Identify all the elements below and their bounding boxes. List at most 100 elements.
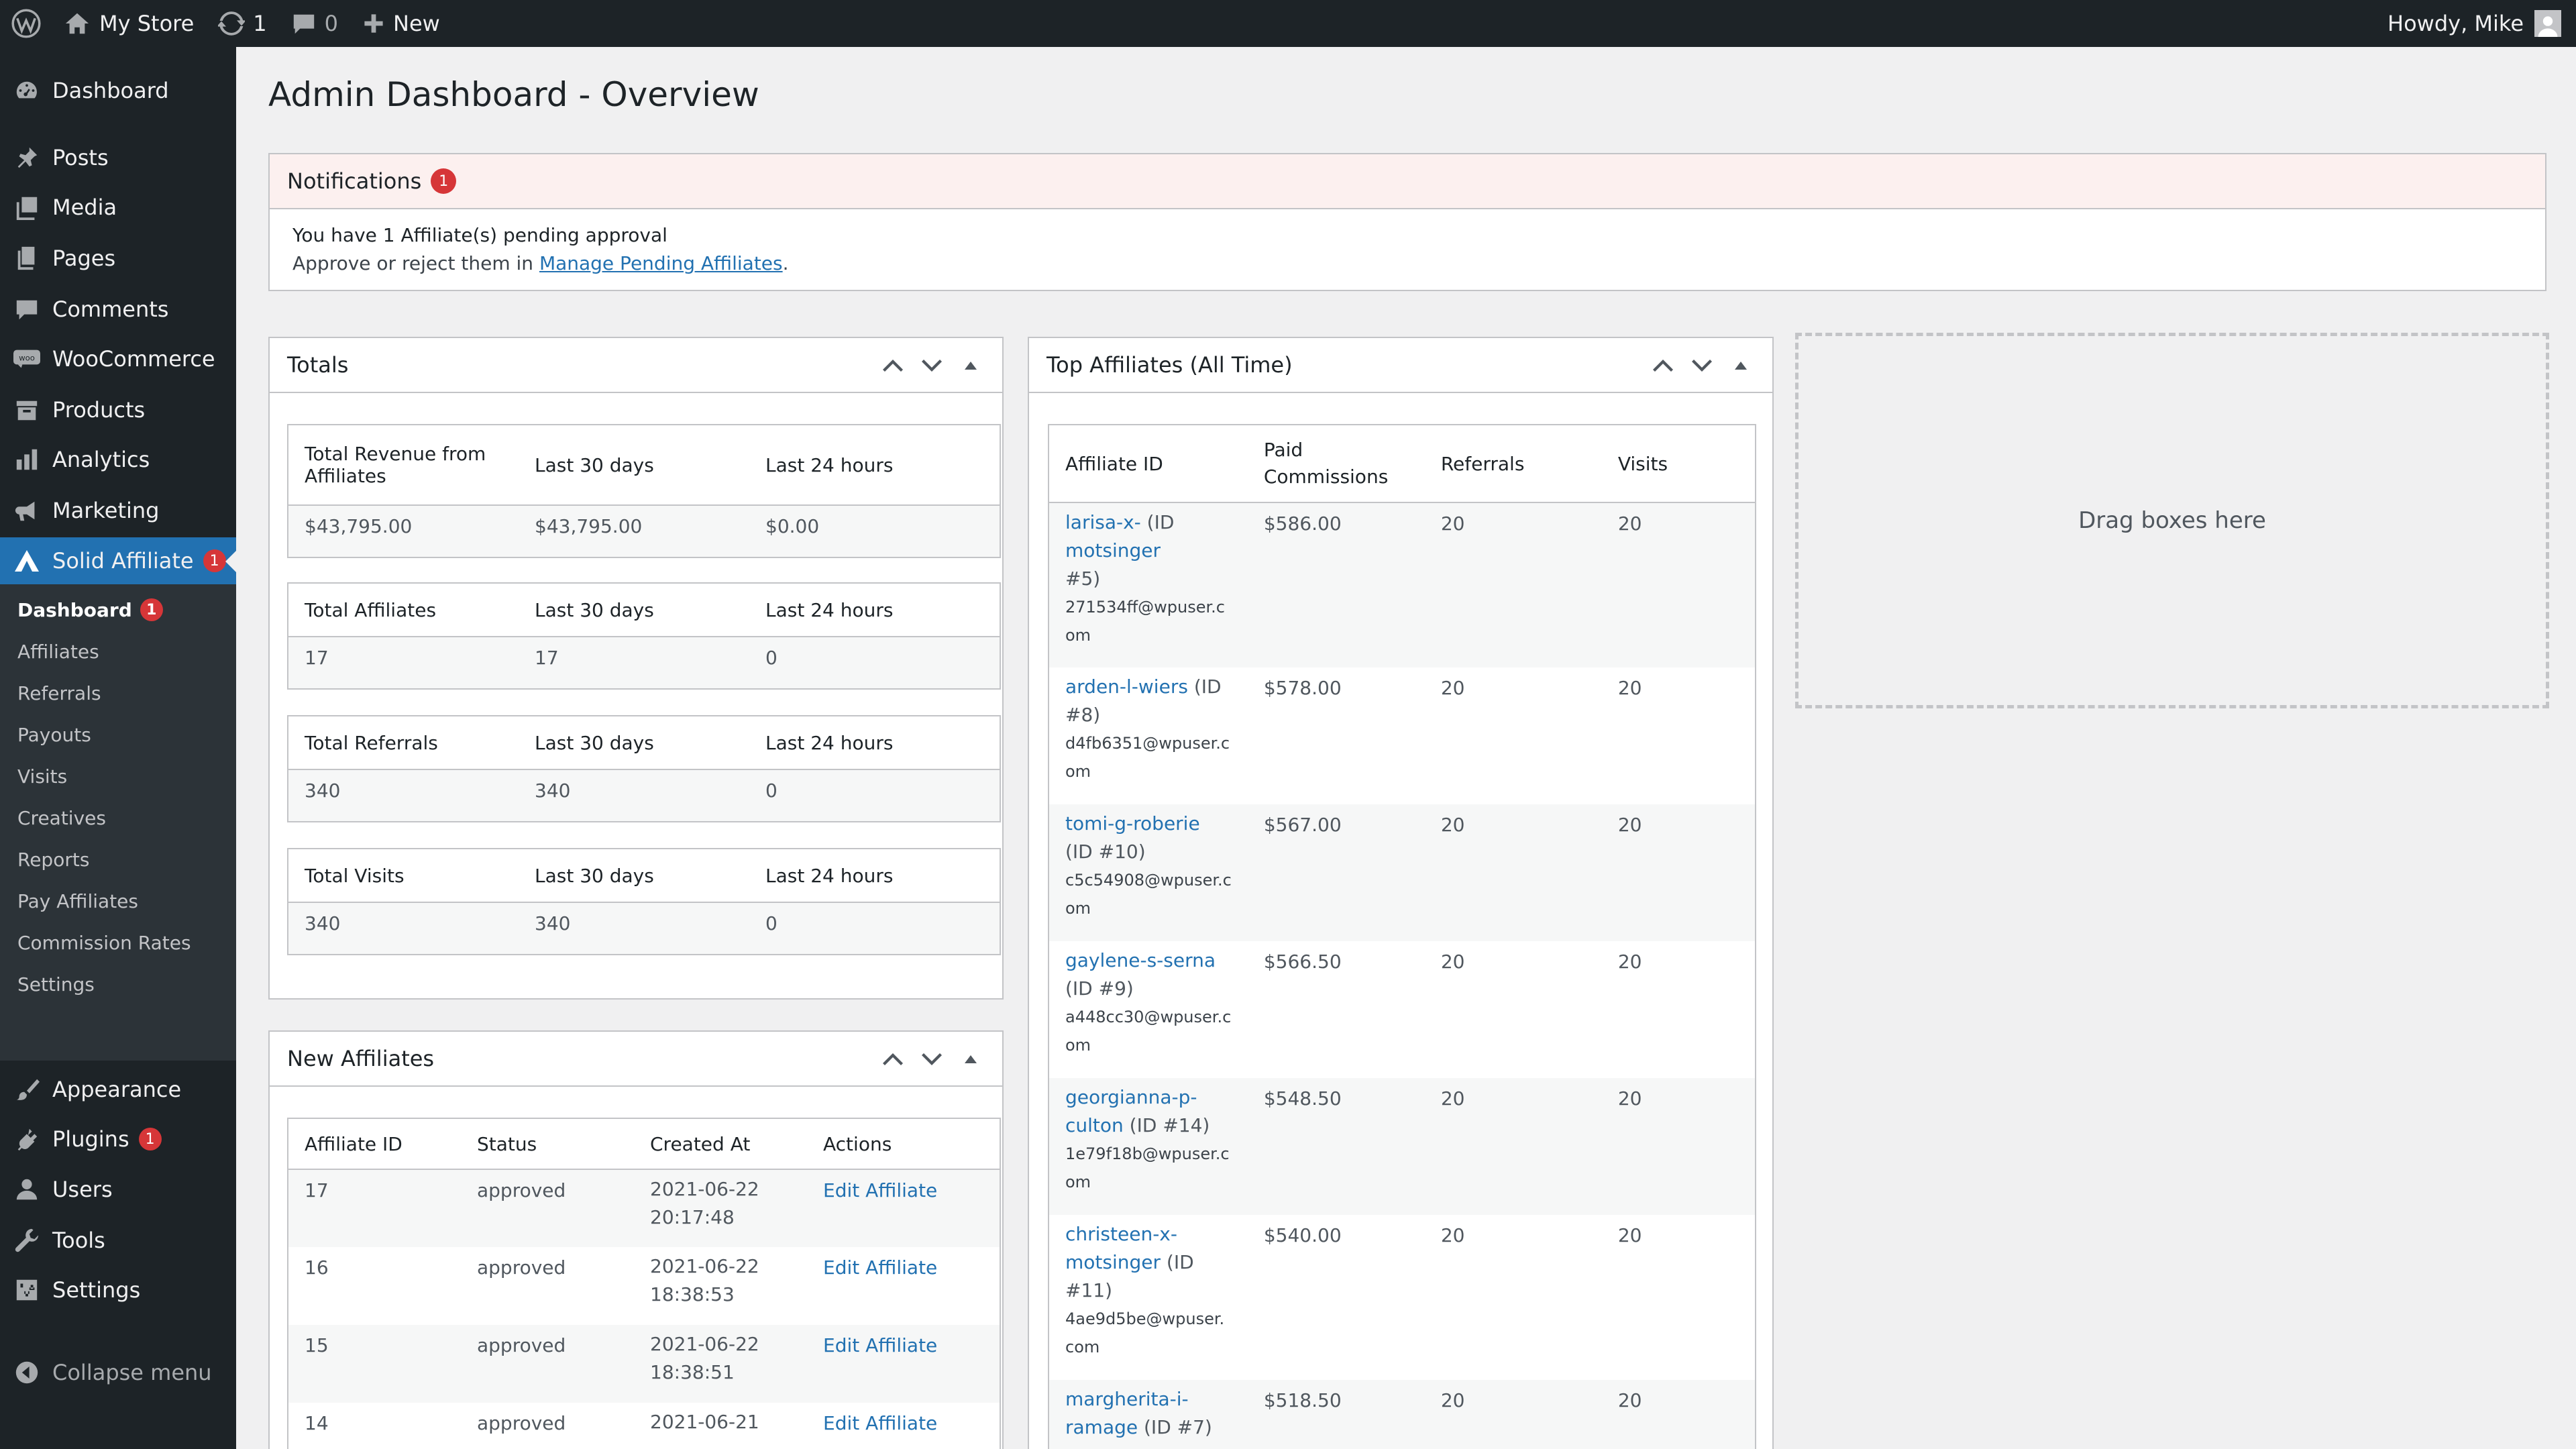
edit-affiliate-link[interactable]: Edit Affiliate	[823, 1412, 937, 1434]
submenu-item-affiliates[interactable]: Affiliates	[17, 635, 99, 667]
affiliate-id-note: #8)	[1065, 704, 1101, 726]
submenu-item-payouts[interactable]: Payouts	[17, 718, 91, 751]
sidebar-item-appearance[interactable]: Appearance	[0, 1066, 236, 1113]
move-down-button[interactable]	[912, 1040, 951, 1079]
sidebar-item-analytics[interactable]: Analytics	[0, 436, 236, 483]
site-name-link[interactable]: My Store	[52, 0, 206, 47]
affiliate-name-link[interactable]: arden-l-wiers	[1065, 676, 1188, 698]
my-account[interactable]: Howdy, Mike	[2387, 10, 2576, 37]
affiliate-name-link[interactable]: larisa-x-	[1065, 511, 1141, 533]
date-text: 2021-06-22	[650, 1255, 759, 1277]
revenue-table: Total Revenue from Affiliates Last 30 da…	[287, 424, 1001, 558]
sidebar-item-tools[interactable]: Tools	[0, 1217, 236, 1264]
status-cell: approved	[477, 1256, 566, 1279]
affiliate-cell: tomi-g-roberie (ID #10) c5c54908@wpuser.c o…	[1049, 804, 1248, 941]
affiliate-email: a448cc30@wpuser.c om	[1065, 1003, 1232, 1059]
sidebar-item-label: Pages	[52, 246, 116, 271]
created-at-cell: 2021-06-21	[634, 1403, 807, 1449]
home-icon	[64, 11, 90, 36]
submenu-item-referrals[interactable]: Referrals	[17, 677, 101, 709]
edit-affiliate-link[interactable]: Edit Affiliate	[823, 1334, 937, 1356]
affiliate-name-link[interactable]: ramage	[1065, 1416, 1138, 1438]
sidebar-item-dashboard[interactable]: Dashboard	[0, 67, 236, 114]
affiliate-name-link[interactable]: tomi-g-roberie	[1065, 812, 1200, 835]
sidebar-item-media[interactable]: Media	[0, 184, 236, 231]
totals-box: Totals Total Revenue from Affiliates Las…	[268, 337, 1004, 1000]
move-down-button[interactable]	[912, 346, 951, 385]
sidebar-item-settings[interactable]: Settings	[0, 1267, 236, 1313]
notifications-header: Notifications 1	[270, 154, 2545, 209]
sidebar-item-plugins[interactable]: Plugins 1	[0, 1116, 236, 1163]
affiliate-name-link[interactable]: gaylene-s-serna	[1065, 949, 1216, 971]
affiliate-id-cell: 17	[288, 1169, 461, 1247]
table-header: Last 24 hours	[749, 849, 1000, 903]
affiliate-name-link[interactable]: georgianna-p-	[1065, 1086, 1197, 1108]
sidebar-item-solid-affiliate[interactable]: Solid Affiliate 1	[0, 537, 236, 584]
sidebar-item-pages[interactable]: Pages	[0, 235, 236, 282]
submenu-item-pay-affiliates[interactable]: Pay Affiliates	[17, 885, 138, 917]
solid-affiliate-submenu: Dashboard 1 Affiliates Referrals Payouts…	[0, 584, 236, 1061]
affiliate-name-link[interactable]: motsinger	[1065, 539, 1161, 561]
toggle-panel-button[interactable]	[951, 1040, 990, 1079]
email-text: d4fb6351@wpuser.c	[1065, 734, 1230, 753]
sidebar-item-posts[interactable]: Posts	[0, 134, 236, 181]
move-up-button[interactable]	[1644, 346, 1682, 385]
toggle-panel-button[interactable]	[951, 346, 990, 385]
visits-cell: 20	[1617, 1224, 1642, 1246]
sidebar-item-marketing[interactable]: Marketing	[0, 487, 236, 534]
affiliate-email: d4fb6351@wpuser.c om	[1065, 729, 1232, 786]
affiliate-name-link[interactable]: christeen-x-	[1065, 1223, 1177, 1245]
new-content-link[interactable]: New	[350, 0, 452, 47]
table-row: 340 340 0	[288, 902, 1000, 955]
sidebar-item-comments[interactable]: Comments	[0, 286, 236, 333]
move-down-button[interactable]	[1682, 346, 1721, 385]
solid-affiliate-icon	[13, 547, 40, 574]
table-header: Referrals	[1424, 425, 1602, 503]
status-cell: approved	[477, 1412, 566, 1434]
submenu-item-dashboard[interactable]: Dashboard 1	[17, 594, 163, 626]
email-text: c5c54908@wpuser.c	[1065, 871, 1232, 890]
comment-icon	[291, 11, 317, 36]
move-up-button[interactable]	[873, 1040, 912, 1079]
submenu-item-creatives[interactable]: Creatives	[17, 802, 106, 834]
manage-pending-affiliates-link[interactable]: Manage Pending Affiliates	[539, 252, 783, 274]
affiliate-id-note: (ID #14)	[1123, 1114, 1210, 1136]
comments-link[interactable]: 0	[279, 0, 350, 47]
affiliate-name-link[interactable]: culton	[1065, 1114, 1124, 1136]
sidebar-item-products[interactable]: Products	[0, 386, 236, 433]
table-row: 14 approved 2021-06-21 Edit Affiliate	[288, 1403, 1000, 1449]
drag-boxes-dropzone[interactable]: Drag boxes here	[1795, 333, 2549, 708]
affiliate-cell: arden-l-wiers (ID #8) d4fb6351@wpuser.c om	[1049, 667, 1248, 804]
table-row: $43,795.00 $43,795.00 $0.00	[288, 505, 1000, 557]
move-up-button[interactable]	[873, 346, 912, 385]
affiliate-name-link[interactable]: margherita-i-	[1065, 1388, 1189, 1410]
edit-affiliate-link[interactable]: Edit Affiliate	[823, 1179, 937, 1201]
table-header: Last 24 hours	[749, 716, 1000, 770]
submenu-item-commission-rates[interactable]: Commission Rates	[17, 926, 191, 959]
submenu-item-reports[interactable]: Reports	[17, 843, 89, 875]
sidebar-item-users[interactable]: Users	[0, 1166, 236, 1213]
collapse-menu-button[interactable]: Collapse menu	[0, 1349, 236, 1396]
submenu-item-settings[interactable]: Settings	[17, 968, 95, 1000]
table-row: 16 approved 2021-06-22 18:38:53 Edit Affi…	[288, 1247, 1000, 1325]
time-text: 20:17:48	[650, 1206, 735, 1228]
status-cell: approved	[461, 1325, 634, 1403]
paid-commissions-cell: $567.00	[1247, 804, 1425, 941]
table-cell: 0	[749, 637, 1000, 689]
table-header: Visits	[1601, 425, 1756, 503]
table-cell: 17	[519, 637, 749, 689]
wordpress-logo-icon[interactable]	[0, 0, 52, 47]
sidebar-item-woocommerce[interactable]: woo WooCommerce	[0, 335, 236, 382]
toggle-panel-button[interactable]	[1721, 346, 1760, 385]
visits-cell: 20	[1601, 502, 1756, 667]
sidebar-item-label: Products	[52, 397, 146, 423]
submenu-item-visits[interactable]: Visits	[17, 760, 67, 792]
affiliate-email: 1e79f18b@wpuser.c om	[1065, 1140, 1232, 1196]
visits-cell: 20	[1601, 1380, 1756, 1449]
table-header: Total Referrals	[288, 716, 519, 770]
paid-commissions-cell: $518.50	[1247, 1380, 1425, 1449]
table-header: Last 30 days	[519, 849, 749, 903]
updates-link[interactable]: 1	[206, 0, 278, 47]
affiliate-name-link[interactable]: motsinger	[1065, 1251, 1161, 1273]
edit-affiliate-link[interactable]: Edit Affiliate	[823, 1256, 937, 1279]
